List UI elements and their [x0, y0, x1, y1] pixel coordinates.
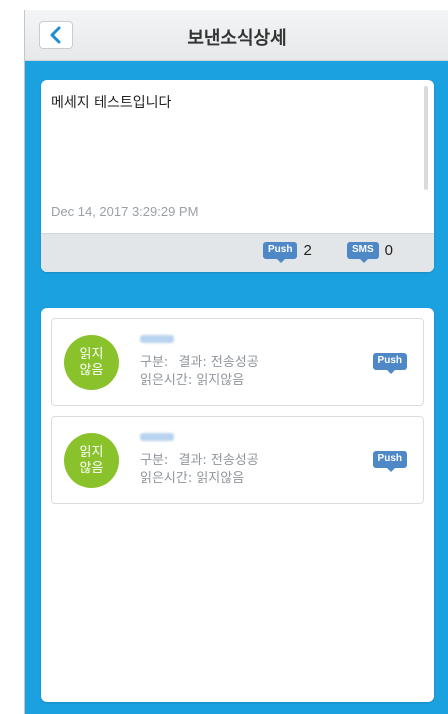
push-stat: Push 2	[263, 242, 312, 263]
page-title: 보낸소식상세	[187, 28, 287, 49]
push-count: 2	[303, 242, 312, 259]
read-time-text: 읽은시간: 읽지않음	[140, 471, 245, 486]
app-screen: 보낸소식상세 메세지 테스트입니다 Dec 14, 2017 3:29:29 P…	[24, 10, 448, 714]
recipient-name-blurred	[140, 433, 174, 441]
message-body: 메세지 테스트입니다	[51, 95, 172, 111]
sms-badge: SMS	[347, 242, 379, 263]
category-label: 구분:	[140, 453, 169, 468]
list-item[interactable]: 읽지 않음 구분: 결과: 전송성공 읽은시간: 읽지않음 Push	[51, 318, 424, 406]
result-text: 결과: 전송성공	[178, 355, 259, 370]
push-badge: Push	[263, 242, 298, 263]
recipient-info-line: 구분: 결과: 전송성공	[140, 449, 259, 468]
sms-stat: SMS 0	[347, 242, 394, 263]
recipient-info-line: 구분: 결과: 전송성공	[140, 351, 259, 370]
message-scrollbar[interactable]	[424, 86, 428, 190]
status-text-line2: 않음	[79, 460, 104, 476]
read-time-text: 읽은시간: 읽지않음	[140, 373, 245, 388]
result-text: 결과: 전송성공	[178, 453, 259, 468]
sms-count: 0	[384, 242, 394, 259]
message-card: 메세지 테스트입니다 Dec 14, 2017 3:29:29 PM Push …	[41, 80, 434, 272]
status-text-line1: 읽지	[79, 444, 104, 460]
list-item[interactable]: 읽지 않음 구분: 결과: 전송성공 읽은시간: 읽지않음 Push	[51, 416, 424, 504]
status-text-line2: 않음	[79, 362, 104, 378]
read-status-badge: 읽지 않음	[64, 433, 119, 488]
recipient-name-blurred	[140, 335, 174, 343]
read-status-badge: 읽지 않음	[64, 335, 119, 390]
message-stats-bar: Push 2 SMS 0	[41, 233, 434, 272]
category-label: 구분:	[140, 355, 169, 370]
header-bar: 보낸소식상세	[25, 10, 448, 61]
message-date: Dec 14, 2017 3:29:29 PM	[51, 204, 199, 219]
recipients-list: 읽지 않음 구분: 결과: 전송성공 읽은시간: 읽지않음 Push 읽지 않음…	[41, 308, 434, 702]
status-text-line1: 읽지	[79, 346, 104, 362]
push-channel-badge: Push	[372, 451, 407, 472]
push-channel-badge: Push	[372, 353, 407, 374]
